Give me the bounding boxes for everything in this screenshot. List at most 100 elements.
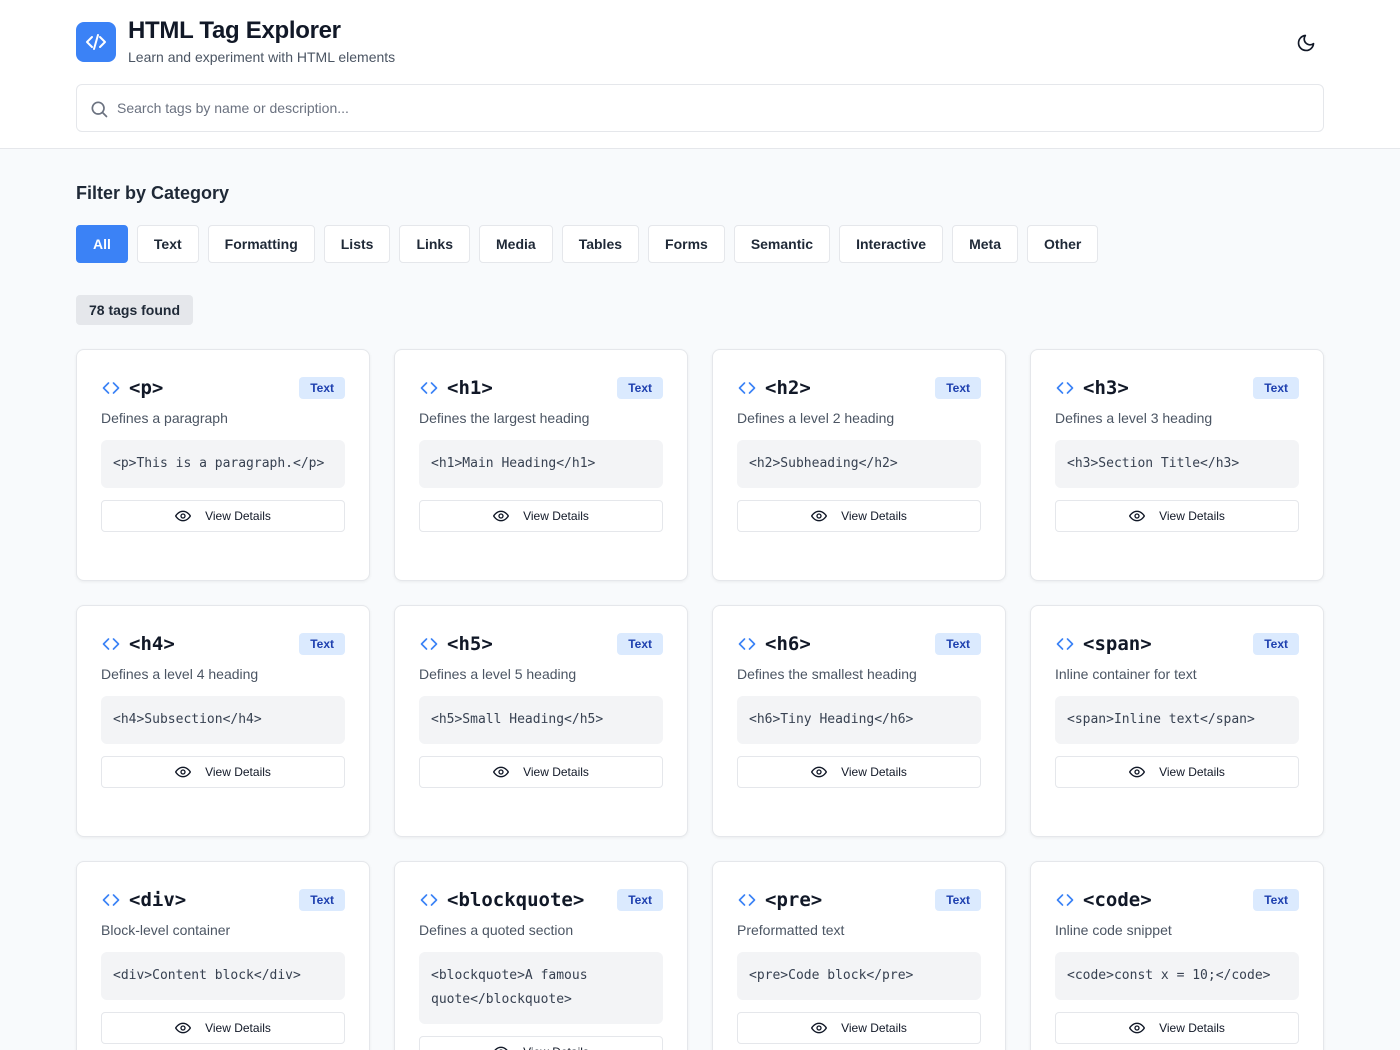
tag-example-code: <h5>Small Heading</h5> — [419, 696, 663, 744]
code-brackets-icon — [738, 382, 756, 394]
view-details-label: View Details — [523, 1045, 589, 1050]
eye-icon — [175, 766, 192, 778]
tag-description: Inline code snippet — [1055, 922, 1172, 938]
moon-icon — [1297, 34, 1315, 52]
tag-description: Preformatted text — [737, 922, 845, 938]
tag-description: Defines a level 5 heading — [419, 666, 577, 682]
category-tables-button[interactable]: Tables — [561, 225, 640, 263]
tag-card: <blockquote> Text Defines a quoted secti… — [394, 861, 688, 1050]
tag-card: <div> Text Block-level container <div>Co… — [76, 861, 370, 1050]
tag-description: Block-level container — [101, 922, 231, 938]
view-details-label: View Details — [205, 1021, 271, 1035]
view-details-button[interactable]: View Details — [737, 500, 981, 532]
view-details-label: View Details — [1159, 765, 1225, 779]
tag-description: Defines a level 2 heading — [737, 410, 895, 426]
tag-card: <h4> Text Defines a level 4 heading <h4>… — [76, 605, 370, 837]
category-filter-bar: All Text Formatting Lists Links Media Tables Fo… — [76, 225, 1099, 263]
category-badge: Text — [935, 889, 981, 911]
tag-example-code: <h4>Subsection</h4> — [101, 696, 345, 744]
tag-name: <h2> — [765, 377, 811, 399]
tag-name: <h4> — [129, 633, 175, 655]
code-brackets-icon — [420, 894, 438, 906]
view-details-label: View Details — [523, 765, 589, 779]
eye-icon — [1129, 510, 1146, 522]
view-details-button[interactable]: View Details — [737, 1012, 981, 1044]
search-box — [76, 84, 1324, 132]
tag-description: Defines a paragraph — [101, 410, 228, 426]
tag-name: <h6> — [765, 633, 811, 655]
tag-description: Inline container for text — [1055, 666, 1197, 682]
tag-example-code: <pre>Code block</pre> — [737, 952, 981, 1000]
tag-example-code: <p>This is a paragraph.</p> — [101, 440, 345, 488]
view-details-label: View Details — [841, 1021, 907, 1035]
category-media-button[interactable]: Media — [479, 225, 553, 263]
search-icon — [91, 101, 108, 118]
view-details-label: View Details — [1159, 509, 1225, 523]
category-all-button[interactable]: All — [76, 225, 128, 263]
page-subtitle: Learn and experiment with HTML elements — [128, 49, 396, 65]
tag-card: <h5> Text Defines a level 5 heading <h5>… — [394, 605, 688, 837]
category-badge: Text — [299, 377, 345, 399]
tag-name: <span> — [1083, 633, 1152, 655]
view-details-button[interactable]: View Details — [1055, 756, 1299, 788]
view-details-button[interactable]: View Details — [1055, 500, 1299, 532]
view-details-label: View Details — [205, 765, 271, 779]
view-details-label: View Details — [841, 765, 907, 779]
category-forms-button[interactable]: Forms — [648, 225, 725, 263]
view-details-button[interactable]: View Details — [101, 500, 345, 532]
tag-card: <h3> Text Defines a level 3 heading <h3>… — [1030, 349, 1324, 581]
code-icon — [86, 34, 106, 50]
view-details-label: View Details — [841, 509, 907, 523]
view-details-button[interactable]: View Details — [1055, 1012, 1299, 1044]
search-input[interactable] — [117, 85, 1307, 131]
category-semantic-button[interactable]: Semantic — [733, 225, 831, 263]
tag-example-code: <h6>Tiny Heading</h6> — [737, 696, 981, 744]
view-details-button[interactable]: View Details — [419, 1036, 663, 1050]
eye-icon — [493, 510, 510, 522]
category-badge: Text — [299, 633, 345, 655]
tag-example-code: <div>Content block</div> — [101, 952, 345, 1000]
tag-card: <p> Text Defines a paragraph <p>This is … — [76, 349, 370, 581]
tag-card: <pre> Text Preformatted text <pre>Code b… — [712, 861, 1006, 1050]
code-brackets-icon — [102, 894, 120, 906]
tag-card: <span> Text Inline container for text <s… — [1030, 605, 1324, 837]
eye-icon — [811, 766, 828, 778]
tag-description: Defines the smallest heading — [737, 666, 917, 682]
category-badge: Text — [299, 889, 345, 911]
filter-title: Filter by Category — [76, 183, 230, 203]
category-badge: Text — [1253, 889, 1299, 911]
category-interactive-button[interactable]: Interactive — [839, 225, 944, 263]
code-brackets-icon — [1056, 638, 1074, 650]
category-badge: Text — [1253, 633, 1299, 655]
theme-toggle-button[interactable] — [1292, 29, 1320, 57]
view-details-button[interactable]: View Details — [737, 756, 981, 788]
code-brackets-icon — [102, 638, 120, 650]
code-brackets-icon — [102, 382, 120, 394]
tag-description: Defines a level 3 heading — [1055, 410, 1213, 426]
category-badge: Text — [617, 633, 663, 655]
eye-icon — [1129, 766, 1146, 778]
tag-card: <h2> Text Defines a level 2 heading <h2>… — [712, 349, 1006, 581]
category-text-button[interactable]: Text — [136, 225, 199, 263]
tag-example-code: <span>Inline text</span> — [1055, 696, 1299, 744]
view-details-label: View Details — [1159, 1021, 1225, 1035]
app-logo — [76, 22, 116, 62]
code-brackets-icon — [1056, 382, 1074, 394]
results-count-badge: 78 tags found — [76, 295, 194, 325]
category-meta-button[interactable]: Meta — [952, 225, 1019, 263]
tag-description: Defines the largest heading — [419, 410, 590, 426]
category-links-button[interactable]: Links — [399, 225, 471, 263]
view-details-button[interactable]: View Details — [101, 1012, 345, 1044]
view-details-button[interactable]: View Details — [419, 500, 663, 532]
eye-icon — [494, 1046, 508, 1050]
eye-icon — [1129, 1022, 1146, 1034]
view-details-label: View Details — [205, 509, 271, 523]
tag-card: <h6> Text Defines the smallest heading <… — [712, 605, 1006, 837]
view-details-button[interactable]: View Details — [101, 756, 345, 788]
category-lists-button[interactable]: Lists — [323, 225, 391, 263]
category-formatting-button[interactable]: Formatting — [207, 225, 315, 263]
code-brackets-icon — [420, 638, 438, 650]
category-other-button[interactable]: Other — [1027, 225, 1099, 263]
view-details-button[interactable]: View Details — [419, 756, 663, 788]
eye-icon — [175, 510, 192, 522]
